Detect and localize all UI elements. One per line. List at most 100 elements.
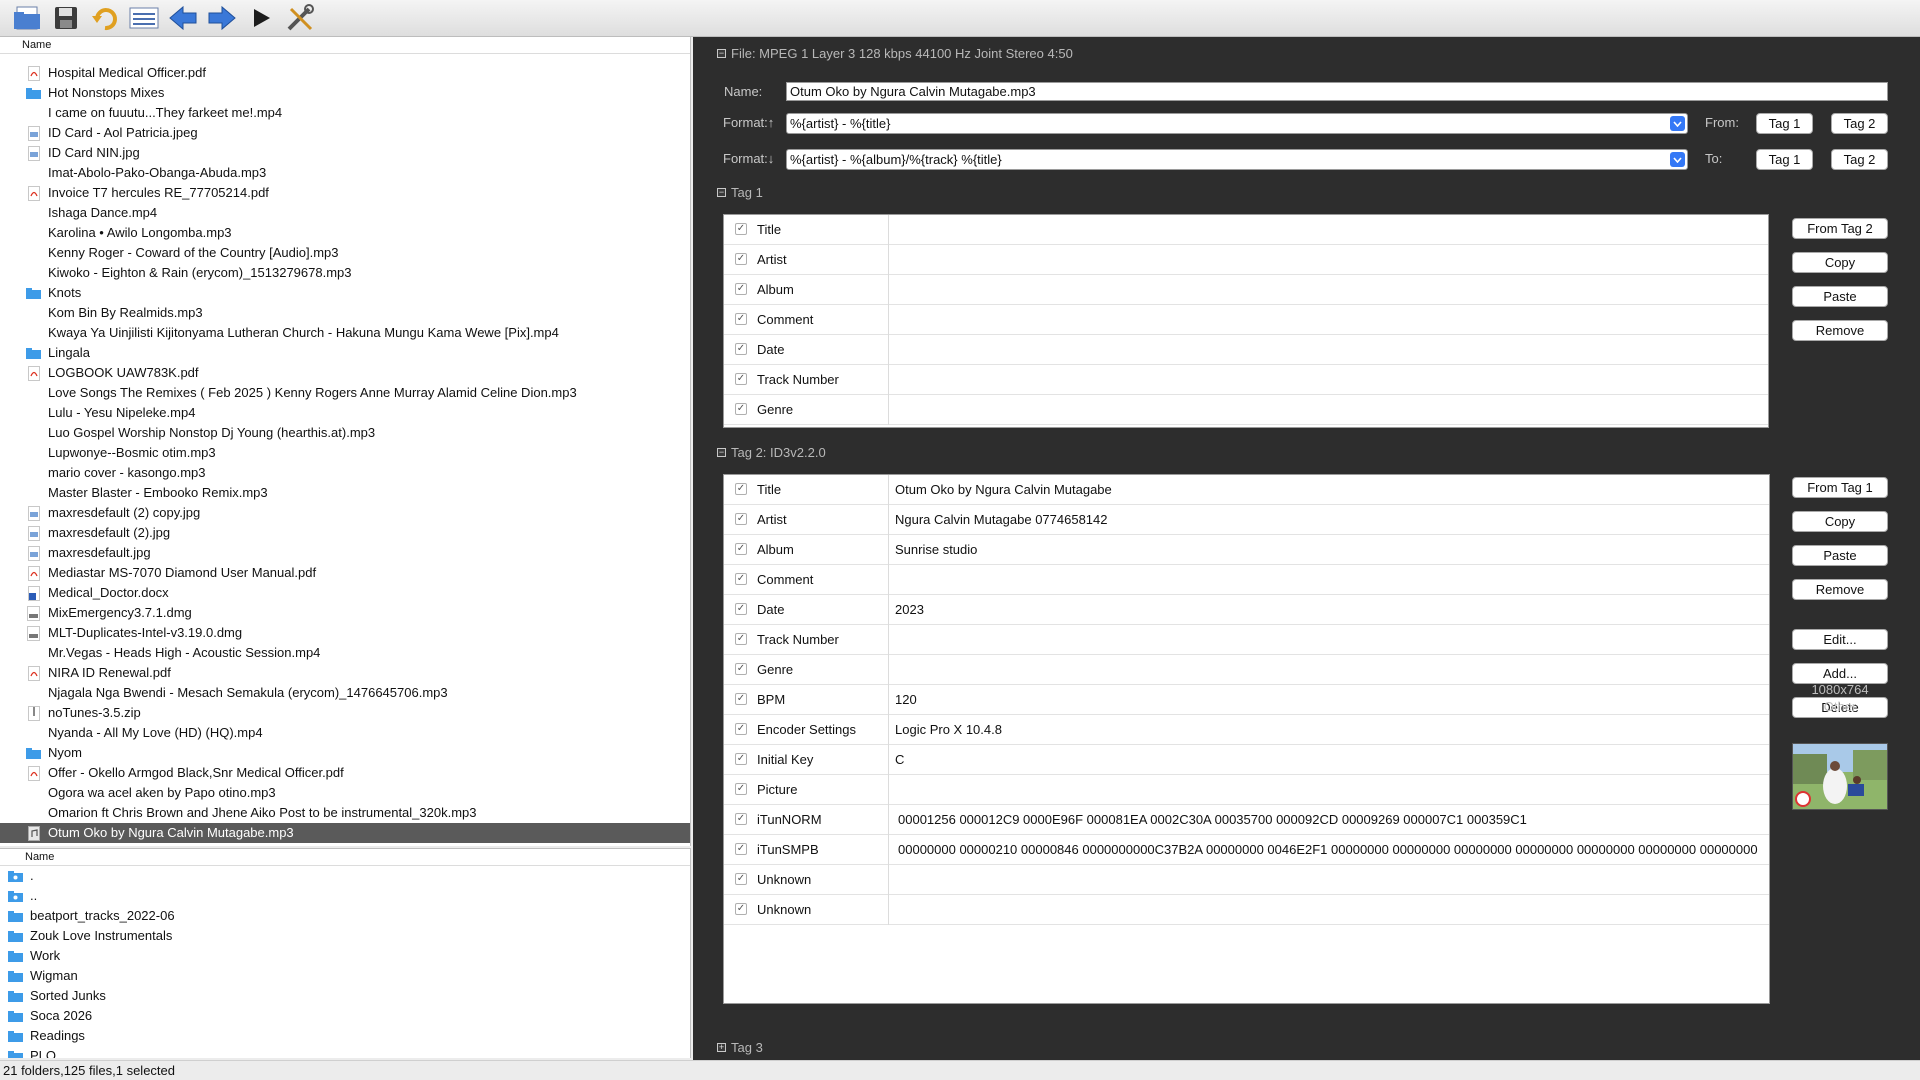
tag-frame-row[interactable]: ✓ Date 2023 [724, 595, 1769, 625]
file-row[interactable]: Hospital Medical Officer.pdf [0, 63, 690, 83]
tag2-add-button[interactable]: Add... [1792, 663, 1888, 684]
frame-checkbox[interactable]: ✓ [735, 543, 747, 555]
tag-frame-row[interactable]: ✓ Album Sunrise studio [724, 535, 1769, 565]
file-row[interactable]: Kenny Roger - Coward of the Country [Aud… [0, 243, 690, 263]
tag1-section-header[interactable]: − Tag 1 [717, 185, 763, 200]
file-row[interactable]: MixEmergency3.7.1.dmg [0, 603, 690, 623]
previous-arrow-icon[interactable] [166, 2, 199, 35]
folder-row[interactable]: . [0, 866, 690, 886]
file-row[interactable]: Mediastar MS-7070 Diamond User Manual.pd… [0, 563, 690, 583]
file-row[interactable]: Knots [0, 283, 690, 303]
folder-row[interactable]: Wigman [0, 966, 690, 986]
frame-checkbox[interactable]: ✓ [735, 903, 747, 915]
frame-checkbox[interactable]: ✓ [735, 723, 747, 735]
file-row[interactable]: Lulu - Yesu Nipeleke.mp4 [0, 403, 690, 423]
collapse-icon[interactable]: − [717, 448, 726, 457]
tag2-section-header[interactable]: − Tag 2: ID3v2.2.0 [717, 445, 826, 460]
file-row[interactable]: maxresdefault (2).jpg [0, 523, 690, 543]
file-row[interactable]: mario cover - kasongo.mp3 [0, 463, 690, 483]
frame-checkbox[interactable]: ✓ [735, 873, 747, 885]
chevron-down-icon[interactable] [1670, 116, 1685, 131]
file-row[interactable]: Master Blaster - Embooko Remix.mp3 [0, 483, 690, 503]
tag-frame-row[interactable]: ✓ Comment [724, 565, 1769, 595]
tag3-section-header[interactable]: + Tag 3 [717, 1040, 763, 1055]
file-row[interactable]: Ishaga Dance.mp4 [0, 203, 690, 223]
format-to-combo[interactable]: %{artist} - %{album}/%{track} %{title} [786, 149, 1688, 170]
folder-row[interactable]: Zouk Love Instrumentals [0, 926, 690, 946]
file-row[interactable]: Omarion ft Chris Brown and Jhene Aiko Po… [0, 803, 690, 823]
frame-checkbox[interactable]: ✓ [735, 283, 747, 295]
tag-frame-row[interactable]: ✓ Unknown [724, 865, 1769, 895]
tag-frame-row[interactable]: ✓ Genre [724, 655, 1769, 685]
save-icon[interactable] [49, 2, 82, 35]
frame-checkbox[interactable]: ✓ [735, 253, 747, 265]
file-row[interactable]: Otum Oko by Ngura Calvin Mutagabe.mp3 [0, 823, 690, 843]
tag2-paste-button[interactable]: Paste [1792, 545, 1888, 566]
file-row[interactable]: Nyanda - All My Love (HD) (HQ).mp4 [0, 723, 690, 743]
to-tag1-button[interactable]: Tag 1 [1756, 149, 1813, 170]
frame-checkbox[interactable]: ✓ [735, 813, 747, 825]
tag1-from-tag-2-button[interactable]: From Tag 2 [1792, 218, 1888, 239]
file-row[interactable]: NIRA ID Renewal.pdf [0, 663, 690, 683]
format-list-icon[interactable] [127, 2, 160, 35]
tag2-remove-button[interactable]: Remove [1792, 579, 1888, 600]
next-arrow-icon[interactable] [205, 2, 238, 35]
file-name-input[interactable]: Otum Oko by Ngura Calvin Mutagabe.mp3 [786, 82, 1888, 101]
frame-value[interactable]: Ngura Calvin Mutagabe 0774658142 [895, 512, 1772, 527]
file-row[interactable]: Nyom [0, 743, 690, 763]
cover-art-thumbnail[interactable] [1792, 743, 1888, 810]
tag-frame-row[interactable]: ✓ Encoder Settings Logic Pro X 10.4.8 [724, 715, 1769, 745]
file-row[interactable]: ID Card NIN.jpg [0, 143, 690, 163]
tag-frame-row[interactable]: ✓ Date [724, 335, 1768, 365]
frame-value[interactable]: 2023 [895, 602, 1772, 617]
play-icon[interactable] [244, 2, 277, 35]
file-row[interactable]: ID Card - Aol Patricia.jpeg [0, 123, 690, 143]
file-row[interactable]: Imat-Abolo-Pako-Obanga-Abuda.mp3 [0, 163, 690, 183]
format-from-combo[interactable]: %{artist} - %{title} [786, 113, 1688, 134]
to-tag2-button[interactable]: Tag 2 [1831, 149, 1888, 170]
file-row[interactable]: Lingala [0, 343, 690, 363]
file-row[interactable]: LOGBOOK UAW783K.pdf [0, 363, 690, 383]
folder-row[interactable]: Sorted Junks [0, 986, 690, 1006]
tag-frame-row[interactable]: ✓ Track Number [724, 365, 1768, 395]
tag1-copy-button[interactable]: Copy [1792, 252, 1888, 273]
frame-checkbox[interactable]: ✓ [735, 663, 747, 675]
file-row[interactable]: Lupwonye--Bosmic otim.mp3 [0, 443, 690, 463]
folder-row[interactable]: beatport_tracks_2022-06 [0, 906, 690, 926]
tag-frame-row[interactable]: ✓ Comment [724, 305, 1768, 335]
tag-frame-row[interactable]: ✓ iTunSMPB 00000000 00000210 00000846 000… [724, 835, 1769, 865]
frame-checkbox[interactable]: ✓ [735, 313, 747, 325]
frame-checkbox[interactable]: ✓ [735, 603, 747, 615]
frame-checkbox[interactable]: ✓ [735, 843, 747, 855]
frame-checkbox[interactable]: ✓ [735, 373, 747, 385]
file-row[interactable]: Love Songs The Remixes ( Feb 2025 ) Kenn… [0, 383, 690, 403]
tools-icon[interactable] [283, 2, 316, 35]
file-row[interactable]: Invoice T7 hercules RE_77705214.pdf [0, 183, 690, 203]
folder-row[interactable]: Readings [0, 1026, 690, 1046]
frame-checkbox[interactable]: ✓ [735, 483, 747, 495]
open-folder-icon[interactable] [10, 2, 43, 35]
tag-frame-row[interactable]: ✓ Initial Key C [724, 745, 1769, 775]
file-row[interactable]: maxresdefault.jpg [0, 543, 690, 563]
frame-checkbox[interactable]: ✓ [735, 223, 747, 235]
tag-frame-row[interactable]: ✓ Album [724, 275, 1768, 305]
tag2-from-tag-1-button[interactable]: From Tag 1 [1792, 477, 1888, 498]
file-row[interactable]: Luo Gospel Worship Nonstop Dj Young (hea… [0, 423, 690, 443]
frame-checkbox[interactable]: ✓ [735, 783, 747, 795]
file-row[interactable]: maxresdefault (2) copy.jpg [0, 503, 690, 523]
frame-value[interactable]: Sunrise studio [895, 542, 1772, 557]
tag-frame-row[interactable]: ✓ iTunNORM 00001256 000012C9 0000E96F 000… [724, 805, 1769, 835]
frame-checkbox[interactable]: ✓ [735, 343, 747, 355]
frame-checkbox[interactable]: ✓ [735, 403, 747, 415]
frame-checkbox[interactable]: ✓ [735, 573, 747, 585]
file-row[interactable]: MLT-Duplicates-Intel-v3.19.0.dmg [0, 623, 690, 643]
tag2-edit-button[interactable]: Edit... [1792, 629, 1888, 650]
expand-icon[interactable]: + [717, 1043, 726, 1052]
frame-checkbox[interactable]: ✓ [735, 693, 747, 705]
file-row[interactable]: Hot Nonstops Mixes [0, 83, 690, 103]
frame-checkbox[interactable]: ✓ [735, 753, 747, 765]
tag1-paste-button[interactable]: Paste [1792, 286, 1888, 307]
collapse-icon[interactable]: − [717, 49, 726, 58]
tag-frame-row[interactable]: ✓ Title [724, 215, 1768, 245]
folder-row[interactable]: Soca 2026 [0, 1006, 690, 1026]
